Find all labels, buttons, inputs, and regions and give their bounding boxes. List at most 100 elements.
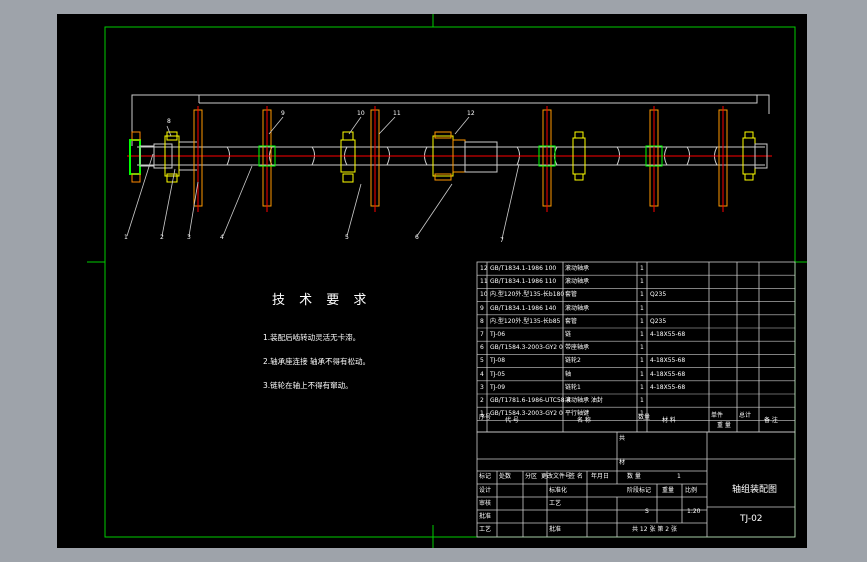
bom-row-no: 12: [480, 265, 488, 272]
sprocket-4: [538, 106, 556, 212]
tb-sheet: 共 12 张 第 2 张: [632, 526, 677, 533]
tb-approve: 批准: [479, 513, 492, 520]
bom-row-note: Q235: [650, 291, 667, 299]
bom-row-name: 链轮1: [565, 383, 581, 391]
callout-8: 8: [167, 118, 171, 125]
tb-process: 工艺: [479, 526, 492, 533]
callout-5: 5: [345, 234, 349, 241]
tb-approve-2: 批准: [549, 526, 562, 533]
tb-weight: 重量: [662, 487, 675, 494]
bom-row-no: 6: [480, 344, 484, 352]
bom-row-code: GB/T1834.1-1986 140: [490, 304, 557, 312]
bom-row-code: TJ-06: [490, 331, 506, 338]
callout-2: 2: [160, 234, 164, 241]
callout-1: 1: [124, 234, 128, 241]
tb-zone: 分区: [525, 473, 538, 480]
bom-row-name: 轴: [565, 370, 572, 378]
sprocket-6: [718, 106, 728, 212]
left-bearing: [129, 131, 173, 183]
bom-row-qty: 1: [640, 265, 644, 272]
tech-note-3: 3.链轮在轴上不得有窜动。: [263, 381, 353, 390]
bom-row-no: 9: [480, 304, 484, 312]
bom-row-no: 4: [480, 370, 484, 378]
bom-row-code: GB/T1834.1-1986 100: [490, 265, 557, 272]
bom-row-note: 4-18X55-68: [650, 370, 686, 378]
bom-row-qty: 1: [640, 331, 644, 338]
sprocket-3: [340, 106, 380, 212]
callout-4: 4: [220, 234, 224, 241]
bom-row-no: 5: [480, 357, 484, 365]
bom-row-qty: 1: [640, 344, 644, 352]
tb-stage-value: S: [645, 508, 649, 515]
bom-row-no: 2: [480, 397, 484, 404]
tb-check: 审核: [479, 500, 492, 507]
bom-row-note: 4-18X55-68: [650, 331, 686, 338]
bom-row-qty: 1: [640, 383, 644, 391]
bom-row-qty: 1: [640, 304, 644, 312]
tb-mark: 标记: [479, 473, 492, 480]
bom-header-qty: 数量: [638, 414, 651, 421]
callout-9: 9: [281, 110, 285, 117]
tb-process-mark: 工艺: [549, 500, 562, 507]
bom-row-name: 滚动轴承 油封: [565, 397, 603, 404]
tb-date: 年月日: [591, 473, 610, 480]
bom-header-unit: 单件: [711, 412, 724, 419]
sprocket-2: [258, 106, 276, 212]
tb-drawing-code: TJ-02: [740, 514, 763, 524]
bom-row-no: 3: [480, 383, 484, 391]
bom-row-qty: 1: [640, 370, 644, 378]
bom-row-note: Q235: [650, 317, 667, 325]
tb-zi: 材: [619, 459, 626, 466]
bom-row-note: 4-18X55-68: [650, 383, 686, 391]
tb-scale: 1:20: [687, 508, 701, 515]
bom-row-qty: 1: [640, 357, 644, 365]
leader-lines: [126, 116, 520, 240]
callout-11: 11: [393, 110, 401, 117]
drawing-svg: [87, 14, 807, 548]
bom-row-code: 内.型120外.型135-长b85: [490, 317, 561, 325]
tb-design: 设计: [479, 487, 492, 494]
callout-12: 12: [467, 110, 475, 117]
tb-count-label: 数 量: [627, 473, 641, 480]
bom-row-no: 11: [480, 278, 488, 286]
tb-change-doc: 更改文件号: [541, 473, 572, 480]
bom-row-qty: 1: [640, 317, 644, 325]
bom-header-code: 代 号: [505, 417, 519, 424]
sprocket-1: [193, 106, 203, 212]
bom-row-name: 滚动轴承: [565, 265, 590, 272]
bom-row-name: 套管: [565, 291, 578, 299]
bom-row-qty: 1: [640, 291, 644, 299]
bom-header-total: 总计: [739, 412, 752, 419]
tb-stage: 阶段标记: [627, 487, 652, 494]
tech-note-1: 1.装配后啮转动灵活无卡滞。: [263, 333, 361, 342]
bearing-2: [164, 131, 197, 183]
bom-row-qty: 1: [640, 397, 644, 404]
callout-3: 3: [187, 234, 191, 241]
bom-row-qty: 1: [640, 278, 644, 286]
bom-header-material: 材 料: [662, 417, 676, 424]
tb-count: 处数: [499, 473, 512, 480]
bom-row-code: 内.型120外.型135-长b180: [490, 291, 565, 299]
bom-row-code: GB/T1584.3-2003-GY2 0: [490, 410, 563, 418]
tb-one: 1: [677, 473, 681, 480]
bom-row-no: 10: [480, 291, 488, 299]
bom-row-name: 带座轴承: [565, 344, 590, 352]
bom-row-name: 套管: [565, 317, 578, 325]
bom-row-name: 滚动轴承: [565, 304, 590, 312]
bom-row-name: 链轮2: [565, 357, 581, 365]
callout-7: 7: [500, 237, 504, 244]
tb-ratio: 比例: [685, 487, 698, 494]
tech-requirements-title: 技 术 要 求: [272, 293, 372, 308]
tb-sign: 签 名: [569, 473, 583, 480]
bom-header-weight: 重 量: [717, 422, 731, 429]
bom-row-name: 滚动轴承: [565, 278, 590, 286]
tech-note-2: 2.轴承座连接 轴承不得有松动。: [263, 357, 371, 366]
bom-header-no: 序号: [479, 414, 492, 421]
callout-10: 10: [357, 110, 365, 117]
bom-row-no: 7: [480, 331, 484, 338]
bom-row-code: TJ-09: [490, 383, 506, 391]
bom-row-code: GB/T1781.6-1986-UTC58-4: [490, 397, 571, 404]
tb-standard: 标准化: [549, 487, 568, 494]
bom-row-code: TJ-05: [490, 370, 506, 378]
bom-header-remark: 备 注: [764, 417, 778, 424]
